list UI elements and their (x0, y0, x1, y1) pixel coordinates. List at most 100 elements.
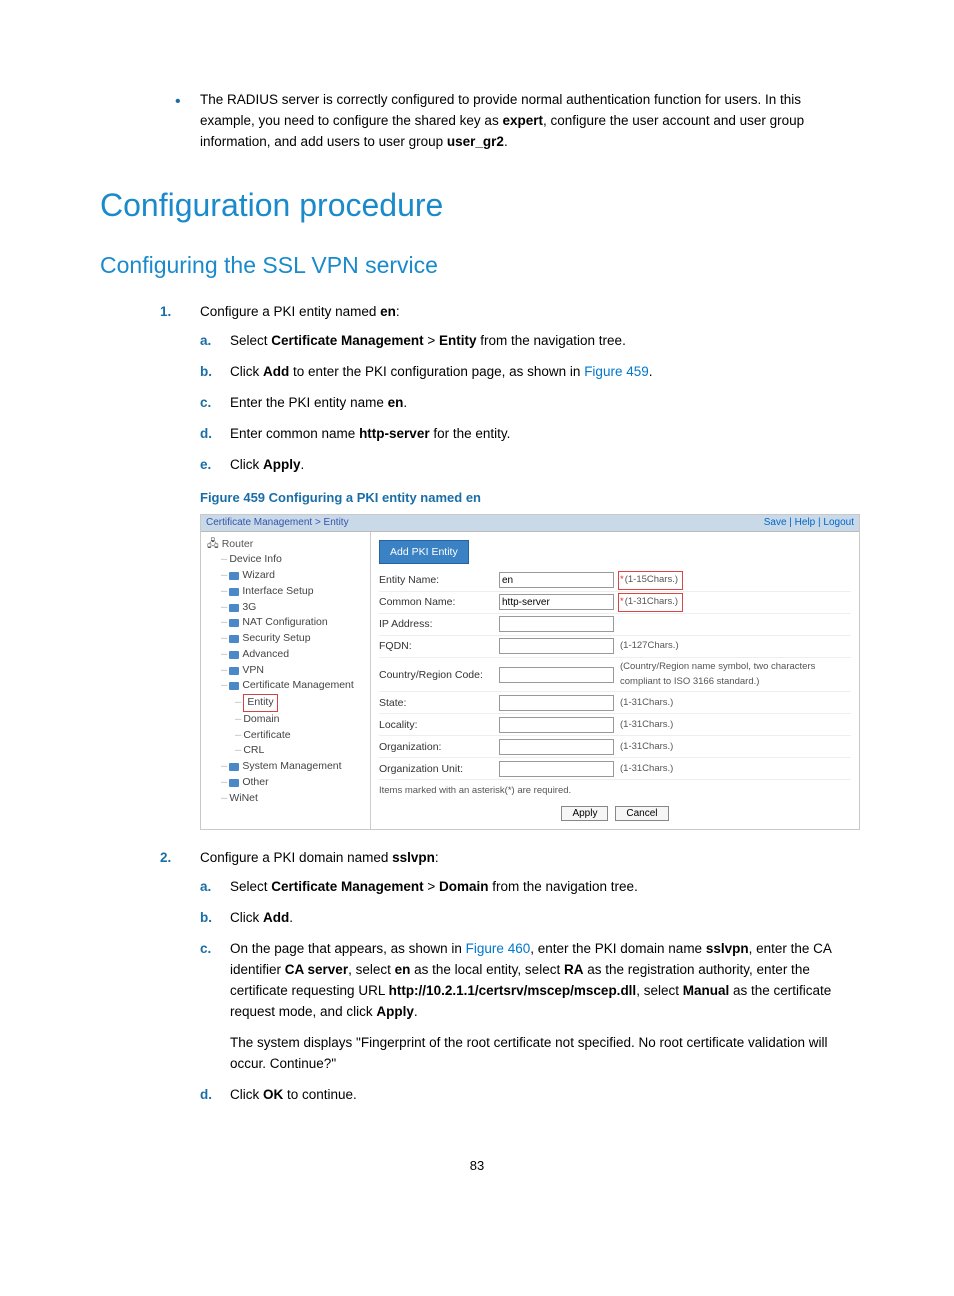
tree-item-advanced[interactable]: —Advanced (207, 647, 366, 663)
form-input[interactable] (499, 667, 614, 683)
tree-line-icon: — (221, 615, 227, 631)
link-help[interactable]: Help (795, 517, 816, 528)
tree-item-certificate[interactable]: —Certificate (207, 728, 366, 744)
tree-item-device-info[interactable]: —Device Info (207, 552, 366, 568)
tree-item-vpn[interactable]: — VPN (207, 663, 366, 679)
form-hint: (1-31Chars.) (620, 718, 851, 733)
form-input[interactable] (499, 695, 614, 711)
folder-icon (229, 682, 239, 690)
step-1d: d. Enter common name http-server for the… (200, 424, 854, 445)
form-label: FQDN: (379, 638, 499, 654)
tree-item-wizard[interactable]: —Wizard (207, 568, 366, 584)
intro-bullet: The RADIUS server is correctly configure… (175, 90, 854, 153)
tree-label: Domain (243, 712, 279, 728)
tree-line-icon: — (221, 759, 227, 775)
figure-459: Certificate Management > Entity Save | H… (200, 514, 860, 831)
tree-label: Certificate (243, 728, 290, 744)
header-links: Save | Help | Logout (764, 515, 854, 531)
link-logout[interactable]: Logout (823, 517, 854, 528)
nav-tree: 🖧Router—Device Info—Wizard—Interface Set… (201, 532, 371, 830)
form-input[interactable] (499, 761, 614, 777)
tree-item-winet[interactable]: —WiNet (207, 791, 366, 807)
form-hint: (1-127Chars.) (620, 639, 851, 654)
page-number: 83 (100, 1156, 854, 1176)
tree-item-entity[interactable]: —Entity (207, 694, 366, 712)
link-save[interactable]: Save (764, 517, 787, 528)
form-input[interactable] (499, 572, 614, 588)
tree-line-icon: — (221, 647, 227, 663)
tree-line-icon: — (221, 568, 227, 584)
form-row: IP Address: (379, 614, 851, 636)
form-label: Organization Unit: (379, 761, 499, 777)
step-2c-confirm: The system displays "Fingerprint of the … (230, 1033, 854, 1075)
add-pki-entity-button[interactable]: Add PKI Entity (379, 540, 469, 564)
tree-line-icon: — (221, 552, 227, 568)
cancel-button[interactable]: Cancel (615, 806, 668, 821)
tree-label: Other (242, 775, 268, 791)
folder-icon (229, 572, 239, 580)
heading-configuration-procedure: Configuration procedure (100, 181, 854, 231)
heading-configuring-sslvpn: Configuring the SSL VPN service (100, 248, 854, 284)
form-input[interactable] (499, 594, 614, 610)
form-input[interactable] (499, 616, 614, 632)
tree-label: Security Setup (242, 631, 310, 647)
step-1-marker: 1. (160, 302, 171, 323)
tree-line-icon: — (235, 695, 241, 711)
folder-icon (229, 667, 239, 675)
form-label: State: (379, 695, 499, 711)
tree-item-3g[interactable]: —3G (207, 600, 366, 616)
form-panel: Add PKI Entity Entity Name: *(1-15Chars.)… (371, 532, 859, 830)
tree-item-system-management[interactable]: —System Management (207, 759, 366, 775)
form-label: Common Name: (379, 594, 499, 610)
tree-item-domain[interactable]: —Domain (207, 712, 366, 728)
step-2: 2. Configure a PKI domain named sslvpn: … (160, 848, 854, 1105)
form-label: Entity Name: (379, 572, 499, 588)
tree-line-icon: — (221, 584, 227, 600)
required-note: Items marked with an asterisk(*) are req… (379, 784, 851, 799)
folder-icon (229, 619, 239, 627)
form-label: Country/Region Code: (379, 667, 499, 683)
form-input[interactable] (499, 739, 614, 755)
form-input[interactable] (499, 717, 614, 733)
link-figure-460[interactable]: Figure 460 (466, 941, 531, 956)
step-2b: b. Click Add. (200, 908, 854, 929)
tree-item-security-setup[interactable]: — Security Setup (207, 631, 366, 647)
link-figure-459[interactable]: Figure 459 (584, 364, 649, 379)
tree-line-icon: — (221, 678, 227, 694)
step-1: 1. Configure a PKI entity named en: a. S… (160, 302, 854, 476)
form-label: Organization: (379, 739, 499, 755)
step-2-marker: 2. (160, 848, 171, 869)
form-input[interactable] (499, 638, 614, 654)
folder-icon (229, 588, 239, 596)
form-row: State:(1-31Chars.) (379, 692, 851, 714)
tree-item-certificate-management[interactable]: — Certificate Management (207, 678, 366, 694)
tree-label: Entity (243, 694, 277, 712)
form-hint: *(1-15Chars.) (620, 573, 851, 588)
tree-item-interface-setup[interactable]: — Interface Setup (207, 584, 366, 600)
tree-label: VPN (242, 663, 264, 679)
form-hint: (1-31Chars.) (620, 762, 851, 777)
step-1c: c. Enter the PKI entity name en. (200, 393, 854, 414)
form-row: FQDN: (1-127Chars.) (379, 636, 851, 658)
form-hint: (Country/Region name symbol, two charact… (620, 660, 851, 689)
step-1a: a. Select Certificate Management > Entit… (200, 331, 854, 352)
tree-label: Certificate Management (242, 678, 353, 694)
form-row: Country/Region Code: (Country/Region name… (379, 658, 851, 692)
tree-root[interactable]: 🖧Router (207, 537, 366, 553)
tree-line-icon: — (221, 631, 227, 647)
tree-item-other[interactable]: —Other (207, 775, 366, 791)
step-1b: b. Click Add to enter the PKI configurat… (200, 362, 854, 383)
tree-item-nat-configuration[interactable]: —NAT Configuration (207, 615, 366, 631)
tree-label: Interface Setup (242, 584, 313, 600)
breadcrumb: Certificate Management > Entity (206, 515, 349, 531)
step-2c: c. On the page that appears, as shown in… (200, 939, 854, 1075)
figure-459-caption: Figure 459 Configuring a PKI entity name… (200, 488, 854, 508)
tree-line-icon: — (235, 743, 241, 759)
apply-button[interactable]: Apply (561, 806, 608, 821)
tree-line-icon: — (221, 663, 227, 679)
tree-label: Router (222, 537, 254, 553)
tree-item-crl[interactable]: —CRL (207, 743, 366, 759)
folder-icon (229, 763, 239, 771)
router-icon: 🖧 (207, 537, 219, 553)
folder-icon (229, 604, 239, 612)
